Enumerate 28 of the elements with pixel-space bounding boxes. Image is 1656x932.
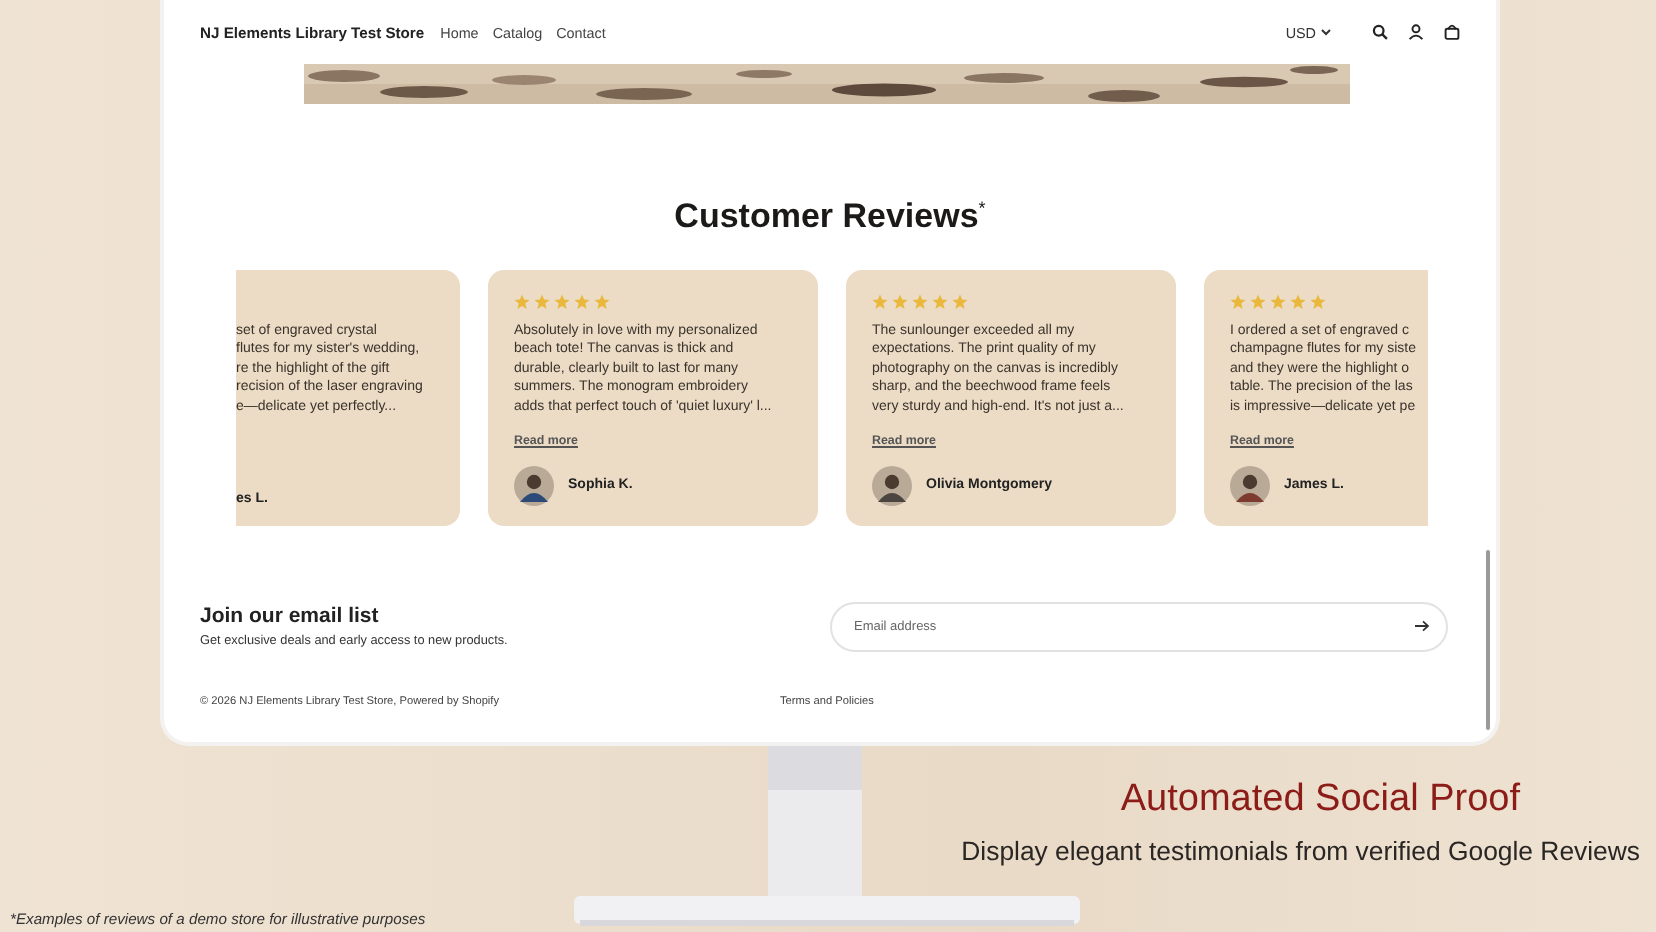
- star-icon: [534, 293, 550, 310]
- star-icon: [952, 293, 968, 310]
- account-icon[interactable]: [1408, 24, 1424, 40]
- avatar: [872, 465, 912, 506]
- star-icon: [1250, 293, 1266, 310]
- promo-title: Automated Social Proof: [1120, 778, 1520, 822]
- star-icon: [1290, 293, 1306, 310]
- cart-icon[interactable]: [1444, 24, 1460, 40]
- star-icon: [912, 293, 928, 310]
- avatar: [514, 465, 554, 506]
- star-icon: [554, 293, 570, 310]
- star-icon: [932, 293, 948, 310]
- arrow-right-icon[interactable]: [1414, 620, 1430, 633]
- section-title: Customer Reviews$^{*}$: [674, 195, 986, 238]
- avatar: [1230, 465, 1270, 506]
- star-icon: [514, 293, 530, 310]
- star-icon: [594, 293, 610, 310]
- search-icon[interactable]: [1372, 24, 1388, 40]
- star-icon: [1230, 293, 1246, 310]
- newsletter-title: Join our email list: [200, 604, 381, 629]
- star-icon: [574, 293, 590, 310]
- star-icon: [1270, 293, 1286, 310]
- star-icon: [1310, 293, 1326, 310]
- scrollbar[interactable]: [1486, 550, 1490, 730]
- promo-subtitle: Display elegant testimonials from verified Google Reviews: [961, 836, 1640, 868]
- caret-icon: [1320, 26, 1332, 38]
- star-icon: [872, 293, 888, 310]
- star-icon: [892, 293, 908, 310]
